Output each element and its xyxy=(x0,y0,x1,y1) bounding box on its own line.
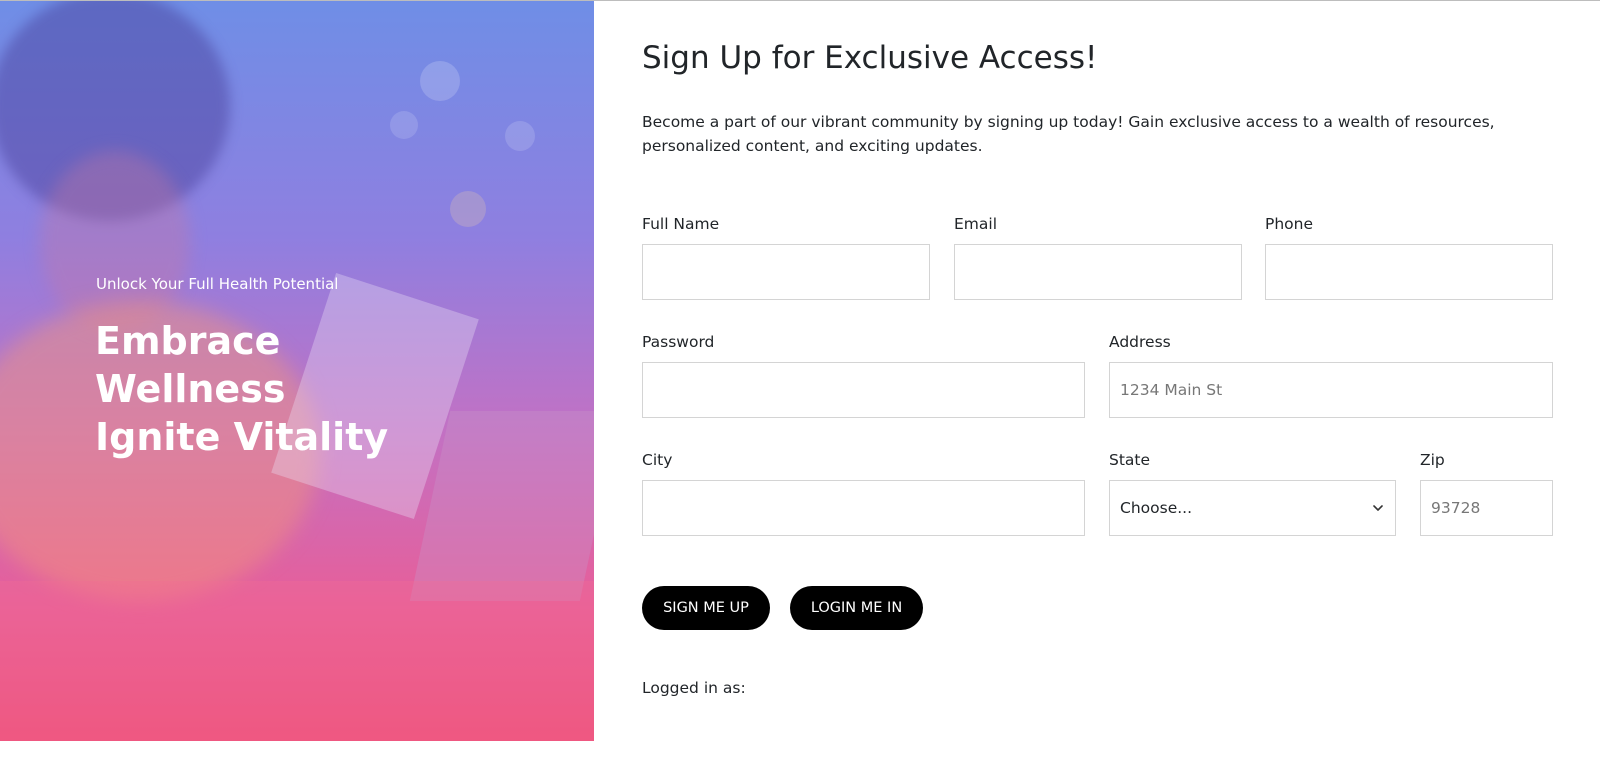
zip-label: Zip xyxy=(1420,451,1445,469)
hero-bokeh-1 xyxy=(420,61,460,101)
address-input[interactable] xyxy=(1109,362,1553,418)
hero-title-line: Ignite Vitality xyxy=(95,415,389,459)
password-label: Password xyxy=(642,333,715,351)
hero-bokeh-3 xyxy=(505,121,535,151)
state-group: State Choose... xyxy=(1109,449,1396,536)
phone-label: Phone xyxy=(1265,215,1314,233)
hero-desk-shape xyxy=(0,581,594,741)
city-group: City xyxy=(642,449,1085,536)
hero-subtitle: Unlock Your Full Health Potential xyxy=(96,275,339,293)
zip-group: Zip xyxy=(1420,449,1553,536)
full-name-label: Full Name xyxy=(642,215,720,233)
logged-in-status: Logged in as: xyxy=(642,679,746,697)
address-label: Address xyxy=(1109,333,1171,351)
address-group: Address xyxy=(1109,331,1553,418)
hero-title: Embrace Wellness Ignite Vitality xyxy=(95,317,535,461)
sign-up-button[interactable]: SIGN ME UP xyxy=(642,586,770,630)
state-label: State xyxy=(1109,451,1151,469)
password-group: Password xyxy=(642,331,1085,418)
email-input[interactable] xyxy=(954,244,1242,300)
hero-bokeh-4 xyxy=(390,111,418,139)
password-input[interactable] xyxy=(642,362,1085,418)
login-button[interactable]: LOGIN ME IN xyxy=(790,586,923,630)
hero-title-line: Embrace xyxy=(95,319,281,363)
phone-input[interactable] xyxy=(1265,244,1553,300)
city-label: City xyxy=(642,451,673,469)
state-select[interactable]: Choose... xyxy=(1109,480,1396,536)
hero-image-panel: Unlock Your Full Health Potential Embrac… xyxy=(0,1,594,741)
full-name-input[interactable] xyxy=(642,244,930,300)
hero-title-line: Wellness xyxy=(95,367,286,411)
page-title: Sign Up for Exclusive Access! xyxy=(642,40,1098,76)
zip-input[interactable] xyxy=(1420,480,1553,536)
full-name-group: Full Name xyxy=(642,213,930,300)
email-group: Email xyxy=(954,213,1242,300)
city-input[interactable] xyxy=(642,480,1085,536)
phone-group: Phone xyxy=(1265,213,1553,300)
intro-text: Become a part of our vibrant community b… xyxy=(642,113,1495,155)
state-selected-value: Choose... xyxy=(1120,499,1193,517)
signup-panel: Sign Up for Exclusive Access! Become a p… xyxy=(642,0,1562,772)
chevron-down-icon xyxy=(1373,505,1383,511)
email-label: Email xyxy=(954,215,998,233)
hero-bokeh-2 xyxy=(450,191,486,227)
